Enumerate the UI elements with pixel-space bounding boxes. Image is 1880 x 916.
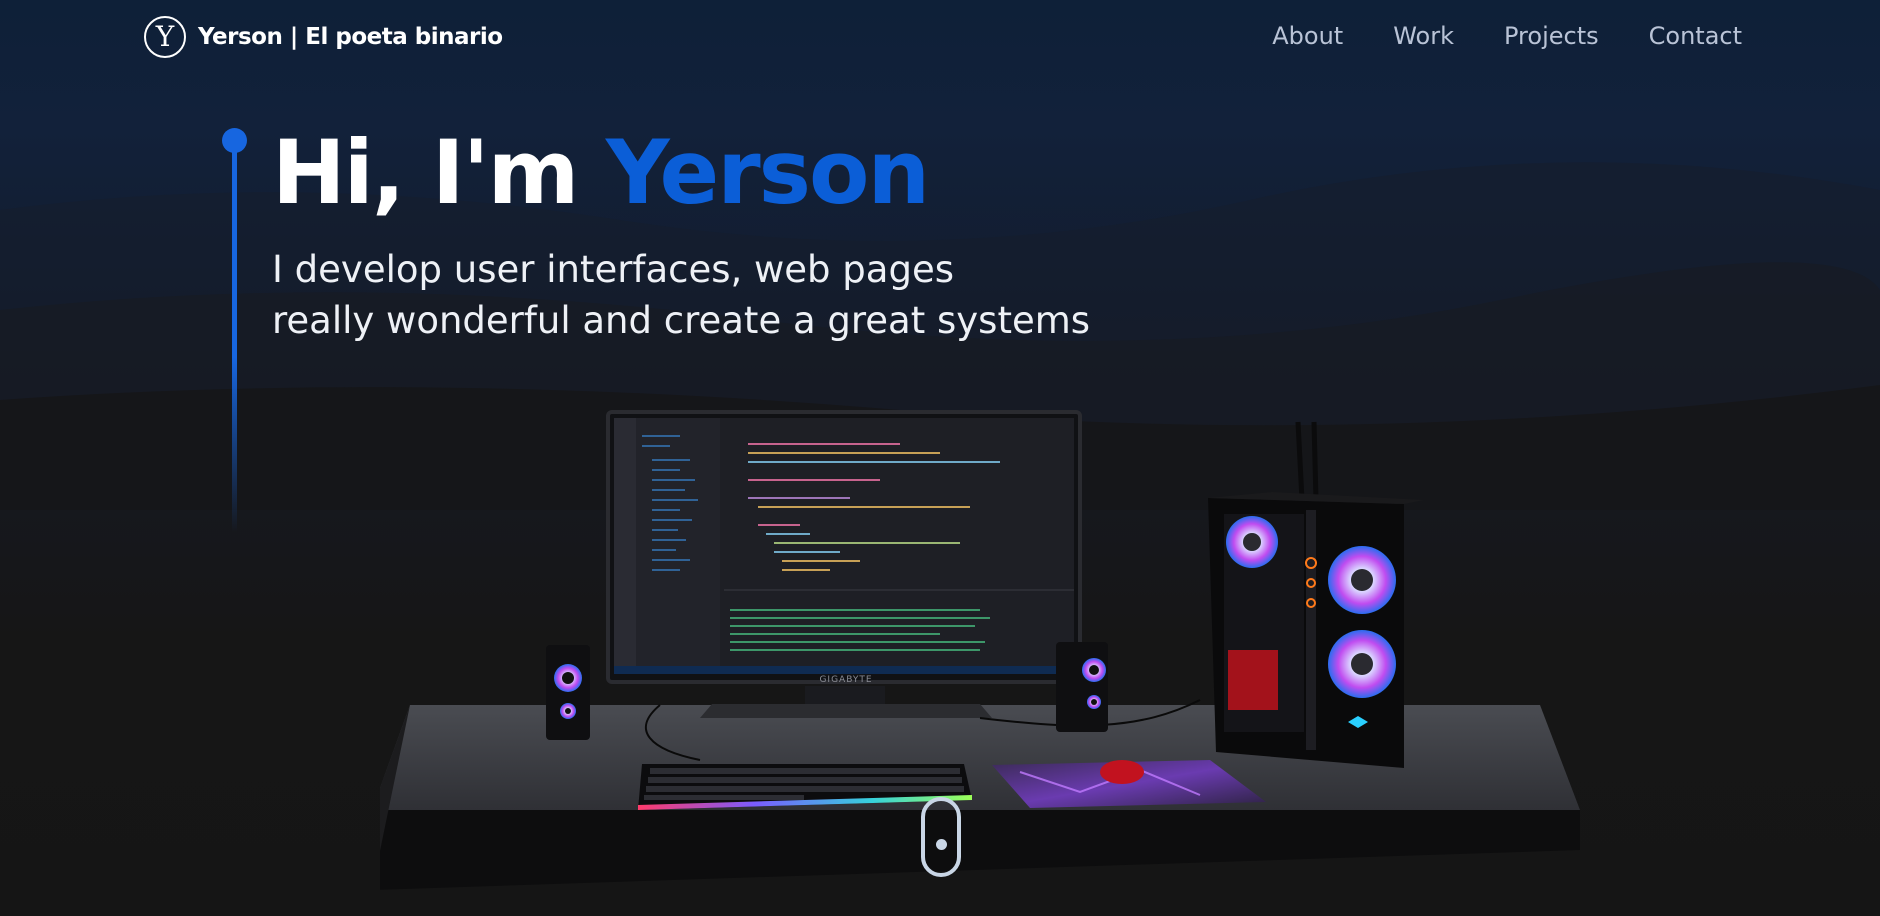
monitor-brand-label: GIGABYTE <box>819 675 872 685</box>
hero-subtitle-line-2: really wonderful and create a great syst… <box>272 299 1091 342</box>
hero-title: Hi, I'm Yerson <box>272 118 930 228</box>
right-speaker <box>1056 642 1108 732</box>
logo-y-icon: Y <box>144 16 186 58</box>
pc-tower <box>1208 421 1424 768</box>
scroll-dot <box>936 839 947 850</box>
hero-subtitle: I develop user interfaces, web pages rea… <box>272 244 1172 346</box>
navbar: Y Yerson | El poeta binario About Work P… <box>0 0 1880 78</box>
hero-title-prefix: Hi, I'm <box>272 121 606 224</box>
nav-link-contact[interactable]: Contact <box>1649 22 1742 50</box>
left-speaker <box>546 645 590 740</box>
nav-link-projects[interactable]: Projects <box>1504 22 1599 50</box>
mouse <box>1100 760 1144 784</box>
brand-name: Yerson | El poeta binario <box>198 24 503 50</box>
nav-links: About Work Projects Contact <box>1272 22 1742 50</box>
desktop-pc-3d-scene: GIGABYTE <box>380 410 1580 890</box>
accent-line <box>232 142 237 532</box>
nav-link-about[interactable]: About <box>1272 22 1343 50</box>
logo-home-link[interactable]: Y Yerson | El poeta binario <box>144 16 503 58</box>
mouse-scroll-icon[interactable] <box>921 797 961 877</box>
monitor: GIGABYTE <box>606 410 1082 718</box>
hero-title-name: Yerson <box>605 121 930 224</box>
nav-link-work[interactable]: Work <box>1393 22 1454 50</box>
hero-subtitle-line-1: I develop user interfaces, web pages <box>272 248 954 291</box>
